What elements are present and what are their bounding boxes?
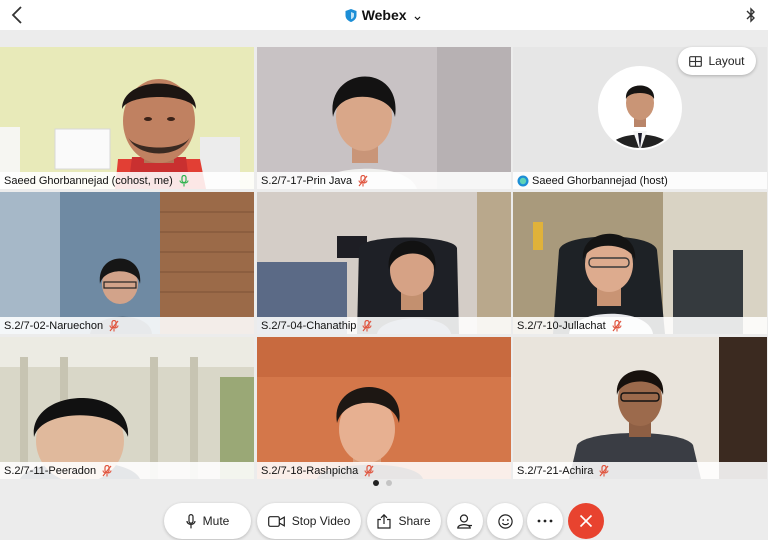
smiley-icon <box>497 513 513 529</box>
reactions-button[interactable] <box>487 503 523 539</box>
video-tile-self[interactable]: Saeed Ghorbannejad (cohost, me) <box>0 47 254 189</box>
participant-name: S.2/7-02-Naruechon <box>4 319 104 332</box>
participants-icon <box>457 513 472 529</box>
participant-video-feed <box>257 337 511 479</box>
call-controls: Mute Stop Video Share <box>0 503 768 540</box>
participant-name: Saeed Ghorbannejad (host) <box>532 174 668 187</box>
mute-button[interactable]: Mute <box>164 503 251 539</box>
video-tile-participant[interactable]: S.2/7-10-Jullachat <box>513 192 767 334</box>
participant-name: S.2/7-21-Achira <box>517 464 594 477</box>
participant-name: S.2/7-17-Prin Java <box>261 174 353 187</box>
video-grid: Saeed Ghorbannejad (cohost, me) S.2/7-17… <box>0 47 768 479</box>
mic-muted-icon <box>364 464 374 476</box>
share-label: Share <box>398 514 431 528</box>
participant-name-bar: S.2/7-04-Chanathip <box>257 317 511 334</box>
participant-video-feed <box>513 337 767 479</box>
mute-label: Mute <box>202 514 230 528</box>
grid-layout-icon <box>689 55 703 67</box>
page-indicator[interactable] <box>373 480 392 486</box>
participant-name: S.2/7-11-Peeradon <box>4 464 97 477</box>
more-dots-icon <box>537 519 553 523</box>
app-title-text: Webex <box>361 7 407 23</box>
host-avatar <box>598 66 682 150</box>
participant-name-bar: S.2/7-21-Achira <box>513 462 767 479</box>
page-dot[interactable] <box>386 480 392 486</box>
app-title-dropdown[interactable]: Webex ⌄ <box>345 6 424 24</box>
participant-name-bar: S.2/7-17-Prin Java <box>257 172 511 189</box>
share-button[interactable]: Share <box>367 503 441 539</box>
participant-video-feed <box>257 192 511 334</box>
participant-video-feed <box>0 192 254 334</box>
bluetooth-icon[interactable] <box>742 3 760 27</box>
layout-button[interactable]: Layout <box>678 47 756 75</box>
mic-muted-icon <box>362 319 372 331</box>
participant-name-bar: Saeed Ghorbannejad (host) <box>513 172 767 189</box>
video-tile-participant[interactable]: S.2/7-18-Rashpicha <box>257 337 511 479</box>
video-camera-icon <box>267 515 285 527</box>
mic-muted-icon <box>599 464 609 476</box>
stop-video-label: Stop Video <box>291 514 351 528</box>
mic-muted-icon <box>109 319 119 331</box>
participants-button[interactable] <box>447 503 483 539</box>
close-icon <box>579 514 593 528</box>
video-tile-participant[interactable]: S.2/7-21-Achira <box>513 337 767 479</box>
video-tile-participant[interactable]: S.2/7-02-Naruechon <box>0 192 254 334</box>
top-bar: Webex ⌄ <box>0 0 768 30</box>
webex-shield-icon <box>345 8 357 22</box>
mic-muted-icon <box>612 319 622 331</box>
end-call-button[interactable] <box>568 503 604 539</box>
stop-video-button[interactable]: Stop Video <box>257 503 361 539</box>
participant-name-bar: S.2/7-02-Naruechon <box>0 317 254 334</box>
participant-name-bar: S.2/7-10-Jullachat <box>513 317 767 334</box>
video-tile-participant[interactable]: S.2/7-17-Prin Java <box>257 47 511 189</box>
participant-name-bar: S.2/7-11-Peeradon <box>0 462 254 479</box>
participant-name: S.2/7-18-Rashpicha <box>261 464 359 477</box>
webex-app-icon <box>517 175 529 186</box>
participant-video-feed <box>513 192 767 334</box>
mic-muted-icon <box>102 464 112 476</box>
share-icon <box>377 513 392 529</box>
chevron-down-icon: ⌄ <box>411 6 424 23</box>
participant-name: Saeed Ghorbannejad (cohost, me) <box>4 174 173 187</box>
video-tile-participant[interactable]: S.2/7-04-Chanathip <box>257 192 511 334</box>
mic-muted-icon <box>358 174 368 186</box>
microphone-icon <box>186 513 196 528</box>
participant-video-feed <box>0 337 254 479</box>
layout-label: Layout <box>708 54 745 68</box>
self-video-feed <box>0 47 254 189</box>
page-dot-active[interactable] <box>373 480 379 486</box>
mic-on-icon <box>179 174 189 186</box>
more-options-button[interactable] <box>527 503 563 539</box>
video-tile-participant[interactable]: S.2/7-11-Peeradon <box>0 337 254 479</box>
participant-name-bar: Saeed Ghorbannejad (cohost, me) <box>0 172 254 189</box>
participant-video-feed <box>257 47 511 189</box>
participant-name: S.2/7-10-Jullachat <box>517 319 606 332</box>
participant-name: S.2/7-04-Chanathip <box>261 319 357 332</box>
participant-name-bar: S.2/7-18-Rashpicha <box>257 462 511 479</box>
back-chevron-icon[interactable] <box>6 3 28 27</box>
